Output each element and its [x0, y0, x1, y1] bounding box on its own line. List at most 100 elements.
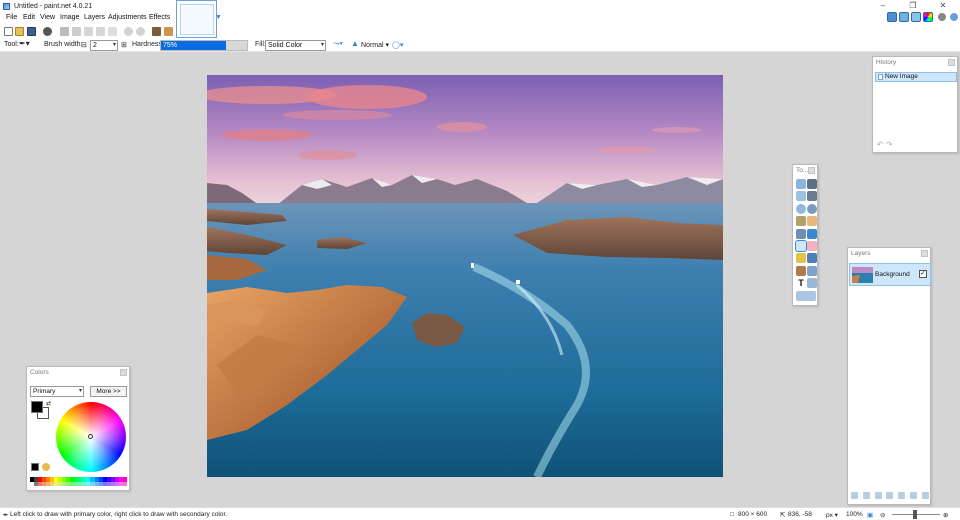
eraser-icon[interactable]: [807, 240, 817, 251]
layers-title: Layers: [851, 250, 871, 257]
history-undo-redo-icon[interactable]: ↶ ↷: [877, 140, 893, 149]
rectangle-select-icon[interactable]: [796, 179, 806, 189]
delete-layer-icon[interactable]: [862, 492, 870, 499]
colors-window-toggle-icon[interactable]: [923, 12, 933, 22]
colors-header: Colors: [27, 367, 129, 378]
layer-visibility-checkbox[interactable]: ✓: [919, 270, 927, 278]
tools-panel: To... T: [792, 164, 818, 306]
restore-button[interactable]: ❐: [900, 0, 926, 12]
menu-file[interactable]: File: [4, 14, 19, 21]
history-window-toggle-icon[interactable]: [899, 12, 909, 22]
move-selection-icon[interactable]: [807, 191, 817, 202]
image-thumbnail[interactable]: [180, 4, 214, 35]
layer-properties-icon[interactable]: [921, 492, 929, 499]
swap-colors-icon[interactable]: ⇄: [46, 400, 51, 407]
ruler-icon[interactable]: [164, 27, 173, 36]
image-list-dropdown-icon[interactable]: ▼: [215, 14, 222, 21]
shapes-icon[interactable]: [796, 290, 816, 301]
brush-width-value: 2: [93, 42, 97, 49]
history-item-new-image[interactable]: New Image: [875, 72, 957, 82]
close-icon[interactable]: [921, 250, 928, 257]
menu-adjustments[interactable]: Adjustments: [106, 14, 149, 21]
lasso-select-icon[interactable]: [796, 191, 806, 202]
move-layer-down-icon[interactable]: [910, 492, 918, 499]
selection-clipping-icon[interactable]: ◯▾: [392, 41, 403, 49]
pencil-icon[interactable]: [796, 253, 806, 264]
menu-layers[interactable]: Layers: [82, 14, 107, 21]
chevron-down-icon: ▾: [320, 42, 324, 48]
crop-icon[interactable]: [108, 27, 117, 36]
layer-item-background[interactable]: Background ✓: [849, 263, 931, 286]
image-canvas[interactable]: [207, 75, 723, 477]
menu-edit[interactable]: Edit: [21, 14, 37, 21]
zoom-slider-knob[interactable]: [913, 510, 917, 519]
fill-select[interactable]: Solid Color ▾: [265, 40, 326, 51]
brush-width-input[interactable]: 2 ▾: [90, 40, 118, 51]
tools-window-toggle-icon[interactable]: [887, 12, 897, 22]
zoom-out-icon[interactable]: ⊖: [880, 511, 885, 519]
settings-icon[interactable]: [938, 13, 946, 21]
open-icon[interactable]: [15, 27, 24, 36]
colors-title: Colors: [30, 369, 49, 376]
landscape-photo: [207, 75, 723, 477]
add-layer-icon[interactable]: [851, 492, 858, 499]
reset-colors-icon[interactable]: [31, 463, 39, 471]
recolor-icon[interactable]: [807, 265, 817, 276]
ellipse-select-icon[interactable]: [796, 203, 806, 214]
close-icon[interactable]: [120, 369, 127, 376]
paste-new-image-icon[interactable]: [96, 27, 105, 36]
layers-panel: Layers Background ✓: [847, 247, 931, 505]
increase-brush-icon[interactable]: ⊞: [121, 41, 127, 49]
decrease-brush-icon[interactable]: ⊟: [81, 41, 87, 49]
zoom-icon[interactable]: [807, 203, 817, 214]
color-picker-icon[interactable]: [807, 253, 817, 264]
close-icon[interactable]: [808, 167, 815, 174]
menu-image[interactable]: Image: [58, 14, 81, 21]
new-icon[interactable]: [4, 27, 13, 36]
unit-select[interactable]: px ▾: [826, 511, 838, 519]
menu-effects[interactable]: Effects: [147, 14, 172, 21]
cut-icon[interactable]: [60, 27, 69, 36]
text-icon[interactable]: T: [796, 278, 806, 289]
help-icon[interactable]: [950, 13, 958, 21]
move-layer-up-icon[interactable]: [898, 492, 906, 499]
duplicate-layer-icon[interactable]: [874, 492, 882, 499]
zoom-level[interactable]: 100%: [846, 511, 863, 518]
paste-icon[interactable]: [84, 27, 93, 36]
print-icon[interactable]: [43, 27, 52, 36]
save-icon[interactable]: [27, 27, 36, 36]
palette-swatch[interactable]: [122, 481, 127, 486]
grid-icon[interactable]: [152, 27, 161, 36]
undo-icon[interactable]: [124, 27, 133, 36]
close-button[interactable]: ✕: [930, 0, 956, 12]
palette-menu-icon[interactable]: [42, 463, 50, 471]
paintbrush-tool-picker-icon[interactable]: ✒▾: [19, 39, 30, 48]
redo-icon[interactable]: [136, 27, 145, 36]
blend-mode-select[interactable]: Normal ▾: [361, 41, 389, 49]
clone-stamp-icon[interactable]: [796, 265, 806, 276]
menu-view[interactable]: View: [38, 14, 57, 21]
more-button[interactable]: More >>: [90, 386, 127, 397]
paintbrush-icon[interactable]: [795, 239, 807, 252]
hardness-slider[interactable]: 75%: [160, 40, 248, 51]
move-selected-icon[interactable]: [807, 179, 817, 189]
color-palette[interactable]: [30, 477, 127, 486]
merge-layer-icon[interactable]: [886, 492, 894, 499]
minimize-button[interactable]: –: [870, 0, 896, 12]
pan-icon[interactable]: [807, 216, 817, 227]
copy-icon[interactable]: [72, 27, 81, 36]
magic-wand-icon[interactable]: [796, 216, 806, 227]
colors-panel: Colors Primary ▾ More >> ⇄: [26, 366, 130, 491]
paint-bucket-icon[interactable]: [796, 228, 806, 239]
line-curve-icon[interactable]: [807, 278, 817, 289]
layers-window-toggle-icon[interactable]: [911, 12, 921, 22]
zoom-fit-icon[interactable]: ▣: [867, 511, 873, 519]
status-hint: Left click to draw with primary color, r…: [10, 511, 228, 518]
close-icon[interactable]: [948, 59, 955, 66]
primary-color-swatch[interactable]: [31, 401, 43, 413]
primary-secondary-select[interactable]: Primary ▾: [30, 386, 84, 397]
gradient-icon[interactable]: [807, 228, 817, 239]
zoom-in-icon[interactable]: ⊕: [943, 511, 948, 519]
antialiasing-icon[interactable]: ⤳▾: [333, 39, 343, 49]
tool-label: Tool:: [4, 41, 19, 48]
